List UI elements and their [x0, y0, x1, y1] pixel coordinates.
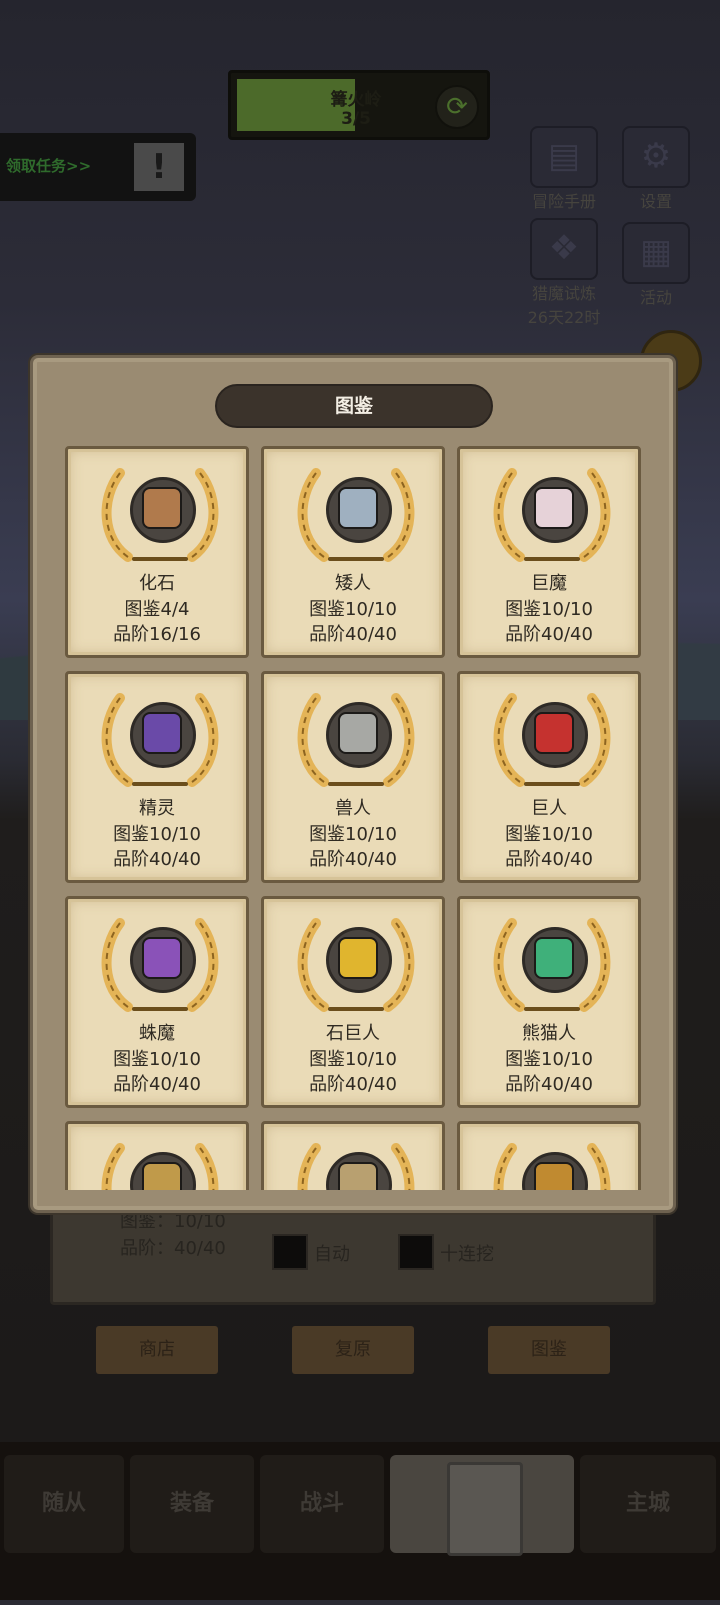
card-emblem [490, 463, 614, 569]
card-emblem [98, 913, 222, 1019]
fossil-icon [142, 487, 182, 529]
card-emblem [98, 463, 222, 569]
card-album-progress: 图鉴10/10 [113, 824, 201, 845]
collection-card[interactable]: 石巨人图鉴10/10 品阶40/40 [261, 896, 445, 1108]
collection-card[interactable] [65, 1121, 249, 1190]
collection-card[interactable]: 蛛魔图鉴10/10 品阶40/40 [65, 896, 249, 1108]
card-album-progress: 图鉴10/10 [309, 599, 397, 620]
card-race-name: 蛛魔 [139, 1023, 175, 1044]
profession-tool-icon [447, 1462, 523, 1556]
card-emblem [490, 913, 614, 1019]
card-emblem [490, 1138, 614, 1190]
modal-title: 图鉴 [215, 384, 493, 428]
collection-card[interactable]: 精灵图鉴10/10 品阶40/40 [65, 671, 249, 883]
spider-demon-icon [142, 937, 182, 979]
event-label: 活动 [639, 288, 672, 307]
card-tier-progress: 品阶40/40 [309, 1074, 397, 1095]
race-emblem-icon [142, 1162, 182, 1190]
demon-trial-label: 猎魔试炼 [531, 284, 596, 303]
collection-card[interactable]: 矮人图鉴10/10 品阶40/40 [261, 446, 445, 658]
collection-card[interactable] [457, 1121, 641, 1190]
tab-battle[interactable]: 战斗 [260, 1455, 384, 1553]
collection-card[interactable]: 化石图鉴4/4 品阶16/16 [65, 446, 249, 658]
card-race-name: 巨人 [531, 798, 567, 819]
card-race-name: 化石 [139, 573, 175, 594]
bat-wing-icon: ❖ [530, 218, 598, 280]
refresh-icon[interactable]: ⟳ [435, 85, 479, 129]
card-race-name: 矮人 [335, 573, 371, 594]
card-album-progress: 图鉴10/10 [505, 1049, 593, 1070]
card-tier-progress: 品阶40/40 [113, 849, 201, 870]
orc-emblem-icon [338, 712, 378, 754]
card-race-name: 巨魔 [531, 573, 567, 594]
card-emblem [294, 463, 418, 569]
race-emblem-icon [534, 1162, 574, 1190]
adventure-manual-label: 冒险手册 [531, 192, 596, 211]
collection-grid[interactable]: 化石图鉴4/4 品阶16/16 矮人图鉴10/10 品阶40/40 巨魔图鉴10/10 品… [65, 446, 647, 1190]
card-album-progress: 图鉴10/10 [309, 1049, 397, 1070]
settings-label: 设置 [639, 192, 672, 211]
card-emblem [294, 1138, 418, 1190]
demon-trial-button[interactable]: ❖ 猎魔试炼 26天22时 [516, 218, 612, 328]
auto-checkbox[interactable] [272, 1234, 308, 1270]
restore-button[interactable]: 复原 [292, 1326, 414, 1374]
tab-equipment[interactable]: 装备 [130, 1455, 254, 1553]
card-emblem [98, 1138, 222, 1190]
collection-card[interactable]: 巨魔图鉴10/10 品阶40/40 [457, 446, 641, 658]
card-tier-progress: 品阶40/40 [505, 849, 593, 870]
collection-card[interactable]: 熊猫人图鉴10/10 品阶40/40 [457, 896, 641, 1108]
shop-button[interactable]: 商店 [96, 1326, 218, 1374]
auto-label: 自动 [314, 1244, 350, 1265]
card-tier-progress: 品阶40/40 [113, 1074, 201, 1095]
quest-label: 领取任务>> [6, 157, 92, 175]
settings-button[interactable]: ⚙ 设置 [618, 126, 694, 212]
event-button[interactable]: ▦ 活动 [618, 222, 694, 308]
card-emblem [98, 688, 222, 794]
pandaren-gem-icon [534, 937, 574, 979]
card-emblem [294, 913, 418, 1019]
collection-card[interactable]: 兽人图鉴10/10 品阶40/40 [261, 671, 445, 883]
album-button[interactable]: 图鉴 [488, 1326, 610, 1374]
gear-icon: ⚙ [622, 126, 690, 188]
collection-card[interactable] [261, 1121, 445, 1190]
card-tier-progress: 品阶40/40 [505, 1074, 593, 1095]
collection-modal: 图鉴 化石 图鉴4/4 品阶16/16 矮人 图鉴10/10 品阶40/40 巨魔 图鉴10/… [30, 355, 676, 1213]
card-race-name: 熊猫人 [522, 1023, 576, 1044]
book-icon: ▤ [530, 126, 598, 188]
card-album-progress: 图鉴10/10 [309, 824, 397, 845]
card-tier-progress: 品阶40/40 [505, 624, 593, 645]
tab-followers[interactable]: 随从 [4, 1455, 124, 1553]
card-emblem [294, 688, 418, 794]
card-race-name: 石巨人 [326, 1023, 380, 1044]
card-tier-progress: 品阶40/40 [309, 849, 397, 870]
stone-giant-icon [338, 937, 378, 979]
alert-icon: ! [134, 143, 184, 191]
troll-crest-icon [534, 487, 574, 529]
race-emblem-icon [338, 1162, 378, 1190]
giant-shield-icon [534, 712, 574, 754]
adventure-manual-button[interactable]: ▤ 冒险手册 [522, 126, 606, 212]
stage-progress-box[interactable]: 篝火岭 3/5 ⟳ [228, 70, 490, 140]
dwarf-hammer-icon [338, 487, 378, 529]
ten-dig-checkbox[interactable] [398, 1234, 434, 1270]
card-race-name: 精灵 [139, 798, 175, 819]
card-album-progress: 图鉴10/10 [113, 1049, 201, 1070]
dig-tier-text: 品阶：40/40 [120, 1238, 226, 1259]
elf-shuriken-icon [142, 712, 182, 754]
scroll-icon: ▦ [622, 222, 690, 284]
card-tier-progress: 品阶16/16 [113, 624, 201, 645]
card-album-progress: 图鉴10/10 [505, 824, 593, 845]
quest-bar[interactable]: 领取任务>> ! [0, 133, 196, 201]
card-album-progress: 图鉴4/4 [124, 599, 190, 620]
card-emblem [490, 688, 614, 794]
demon-trial-timer: 26天22时 [527, 308, 601, 327]
tab-main-city[interactable]: 主城 [580, 1455, 716, 1553]
card-album-progress: 图鉴10/10 [505, 599, 593, 620]
card-tier-progress: 品阶40/40 [309, 624, 397, 645]
ten-dig-label: 十连挖 [440, 1244, 494, 1265]
collection-card[interactable]: 巨人图鉴10/10 品阶40/40 [457, 671, 641, 883]
card-race-name: 兽人 [335, 798, 371, 819]
